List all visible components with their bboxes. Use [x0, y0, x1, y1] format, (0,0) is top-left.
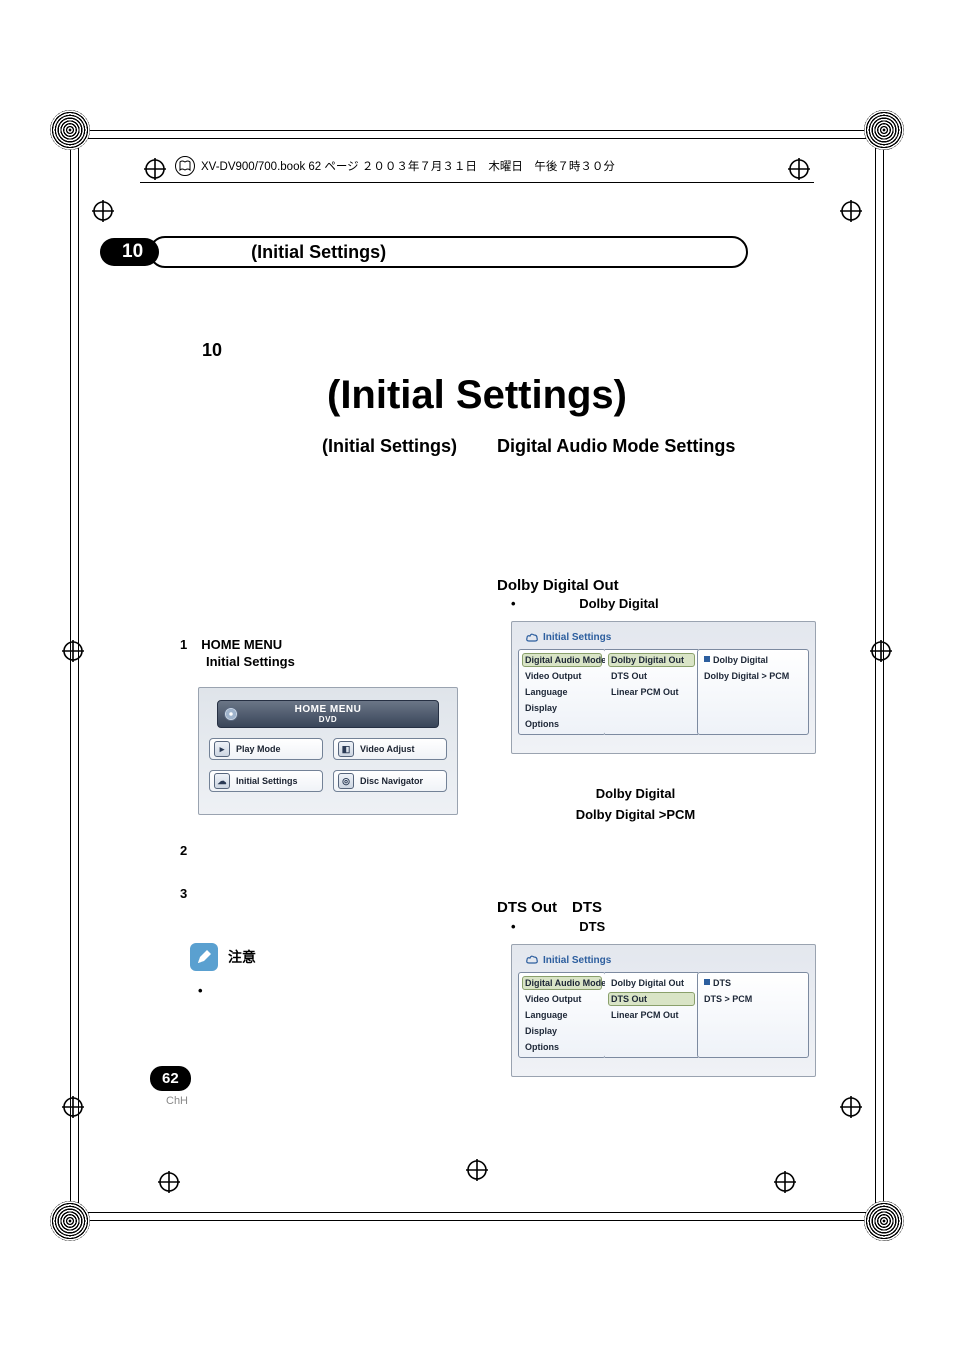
home-menu-disc-navigator[interactable]: ◎ Disc Navigator: [333, 770, 447, 792]
dolby-sub: Dolby Digital: [579, 596, 658, 611]
registration-mark-icon: [840, 200, 862, 222]
settings-col2-item[interactable]: Dolby Digital Out: [608, 653, 695, 667]
selected-marker-icon: [704, 656, 710, 662]
settings-col2-item[interactable]: Dolby Digital Out: [609, 977, 694, 989]
corner-rosette-icon: [864, 110, 904, 150]
selected-marker-icon: [704, 979, 710, 985]
left-heading: (Initial Settings): [180, 436, 457, 457]
settings-col3: DTS DTS > PCM: [697, 972, 809, 1058]
book-header-text: XV-DV900/700.book 62 ページ ２００３年７月３１日 木曜日 …: [201, 158, 615, 174]
dolby-heading: Dolby Digital Out: [497, 577, 774, 594]
settings-col3-item[interactable]: Dolby Digital: [702, 654, 804, 666]
settings-col1: Digital Audio Mode Video Output Language…: [518, 649, 606, 735]
settings-col2: Dolby Digital Out DTS Out Linear PCM Out: [605, 649, 698, 735]
home-menu-sub: DVD: [218, 716, 438, 724]
registration-mark-icon: [62, 640, 84, 662]
step-2-number: 2: [180, 843, 187, 858]
home-menu-btn-label: Disc Navigator: [360, 776, 423, 786]
video-adjust-icon: ◧: [338, 741, 354, 757]
home-menu-btn-label: Initial Settings: [236, 776, 298, 786]
book-header: XV-DV900/700.book 62 ページ ２００３年７月３１日 木曜日 …: [175, 156, 615, 176]
left-column: (Initial Settings) 1 HOME MENU Initial S…: [180, 436, 457, 998]
settings-col2-item[interactable]: Linear PCM Out: [609, 686, 694, 698]
play-mode-icon: ▸: [214, 741, 230, 757]
home-menu-btn-label: Video Adjust: [360, 744, 415, 754]
home-menu-initial-settings[interactable]: ☁ Initial Settings: [209, 770, 323, 792]
initial-settings-icon: ☁: [214, 773, 230, 789]
page-title: (Initial Settings): [180, 373, 774, 418]
home-menu-title-bar: HOME MENU DVD: [217, 700, 439, 728]
settings-col2-item[interactable]: Linear PCM Out: [609, 1009, 694, 1021]
settings-title: Initial Settings: [543, 632, 611, 643]
chapter-number-small: 10: [202, 340, 774, 361]
chapter-title-bubble: (Initial Settings): [149, 236, 748, 268]
settings-col3: Dolby Digital Dolby Digital > PCM: [697, 649, 809, 735]
chapter-number-pill: 10: [100, 238, 159, 266]
note-label: 注意: [228, 947, 256, 967]
settings-col1-item[interactable]: Language: [523, 686, 601, 698]
settings-col1-item[interactable]: Video Output: [523, 993, 601, 1005]
settings-col3-item[interactable]: Dolby Digital > PCM: [702, 670, 804, 682]
step-1-sub: Initial Settings: [206, 654, 457, 669]
dts-heading: DTS Out DTS: [497, 896, 774, 917]
registration-mark-icon: [840, 1096, 862, 1118]
settings-col1-item[interactable]: Options: [523, 1041, 601, 1053]
right-heading: Digital Audio Mode Settings: [497, 436, 774, 457]
corner-rosette-icon: [50, 110, 90, 150]
dts-sub-bullet: •: [511, 919, 516, 934]
page-number-badge: 62: [150, 1066, 191, 1091]
settings-title: Initial Settings: [543, 955, 611, 966]
settings-col1-item[interactable]: Display: [523, 702, 601, 714]
registration-mark-icon: [92, 200, 114, 222]
home-menu-title: HOME MENU: [295, 704, 362, 715]
settings-col1-item[interactable]: Options: [523, 718, 601, 730]
step-1-number: 1: [180, 637, 187, 652]
dts-sub: DTS: [579, 919, 605, 934]
dts-settings-screenshot: Initial Settings Digital Audio Mode Vide…: [511, 944, 816, 1077]
registration-mark-icon: [466, 1159, 488, 1181]
home-menu-btn-label: Play Mode: [236, 744, 281, 754]
settings-col2-item[interactable]: DTS Out: [609, 670, 694, 682]
settings-col3-item[interactable]: DTS > PCM: [702, 993, 804, 1005]
home-menu-play-mode[interactable]: ▸ Play Mode: [209, 738, 323, 760]
settings-col3-item[interactable]: DTS: [702, 977, 804, 989]
cloud-icon: [526, 633, 538, 643]
step-1-text: HOME MENU: [201, 637, 282, 652]
settings-col1-item[interactable]: Language: [523, 1009, 601, 1021]
registration-mark-icon: [62, 1096, 84, 1118]
dolby-sub-bullet: •: [511, 596, 516, 611]
settings-col1-item[interactable]: Video Output: [523, 670, 601, 682]
dolby-caption-2: Dolby Digital >PCM: [497, 805, 774, 826]
registration-mark-icon: [144, 158, 166, 180]
header-rule: [140, 182, 814, 183]
settings-col1-item[interactable]: Digital Audio Mode: [522, 653, 602, 667]
registration-mark-icon: [774, 1171, 796, 1193]
right-column: Digital Audio Mode Settings Dolby Digita…: [497, 436, 774, 1077]
book-icon: [175, 156, 195, 176]
registration-mark-icon: [158, 1171, 180, 1193]
note-pencil-icon: [190, 943, 218, 971]
settings-col2-item[interactable]: DTS Out: [608, 992, 695, 1006]
registration-mark-icon: [788, 158, 810, 180]
corner-rosette-icon: [864, 1201, 904, 1241]
cloud-icon: [526, 955, 538, 965]
step-3-number: 3: [180, 886, 187, 901]
disc-navigator-icon: ◎: [338, 773, 354, 789]
registration-mark-icon: [870, 640, 892, 662]
settings-col2: Dolby Digital Out DTS Out Linear PCM Out: [605, 972, 698, 1058]
chapter-header: 10 (Initial Settings): [100, 236, 748, 268]
disc-icon: [224, 707, 238, 721]
settings-col1: Digital Audio Mode Video Output Language…: [518, 972, 606, 1058]
corner-rosette-icon: [50, 1201, 90, 1241]
home-menu-screenshot: HOME MENU DVD ▸ Play Mode ◧ Video Adjust…: [198, 687, 458, 815]
dolby-caption-1: Dolby Digital: [497, 784, 774, 805]
settings-col1-item[interactable]: Digital Audio Mode: [522, 976, 602, 990]
dolby-settings-screenshot: Initial Settings Digital Audio Mode Vide…: [511, 621, 816, 754]
settings-col1-item[interactable]: Display: [523, 1025, 601, 1037]
home-menu-video-adjust[interactable]: ◧ Video Adjust: [333, 738, 447, 760]
page-sub-label: ChH: [166, 1095, 188, 1107]
note-bullet: •: [198, 983, 457, 998]
